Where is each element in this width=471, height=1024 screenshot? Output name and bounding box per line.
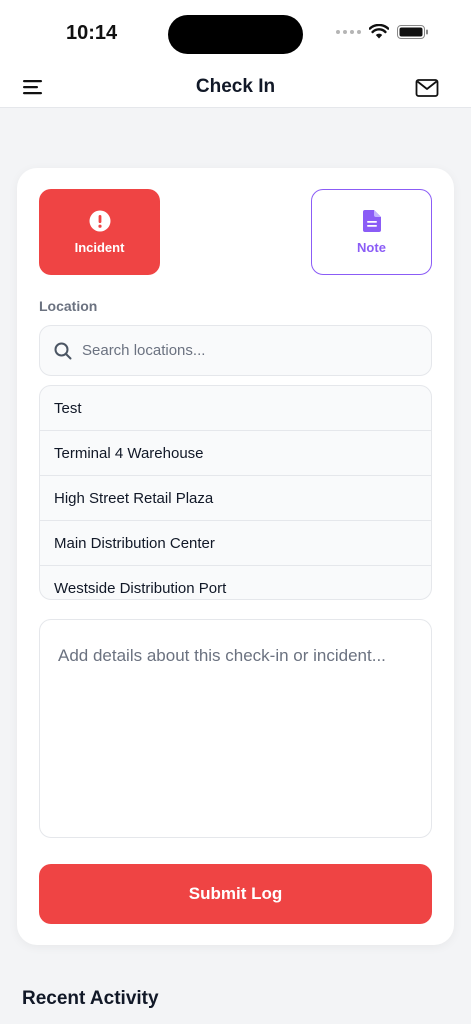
wifi-icon	[369, 24, 389, 39]
incident-type-button[interactable]: Incident	[39, 189, 160, 275]
incident-label: Incident	[74, 239, 125, 255]
status-icons	[336, 24, 429, 39]
note-label: Note	[357, 239, 386, 255]
location-search-field[interactable]	[39, 325, 432, 376]
location-item[interactable]: Test	[40, 386, 431, 431]
page-title: Check In	[195, 76, 276, 97]
location-item[interactable]: High Street Retail Plaza	[40, 476, 431, 521]
mail-icon[interactable]	[415, 78, 439, 98]
location-search-input[interactable]	[82, 342, 402, 359]
signal-icon	[336, 29, 361, 34]
dynamic-island	[168, 15, 303, 54]
location-label: Location	[39, 298, 98, 314]
exclamation-circle-icon	[89, 210, 110, 231]
status-time: 10:14	[66, 22, 118, 44]
check-in-card: Incident Note Location Test Terminal 4 W…	[17, 168, 454, 945]
recent-activity-heading: Recent Activity	[22, 988, 159, 1009]
note-type-button[interactable]: Note	[311, 189, 432, 275]
details-textarea[interactable]	[40, 620, 431, 837]
location-item[interactable]: Main Distribution Center	[40, 521, 431, 566]
nav-bar: Check In	[0, 66, 471, 108]
status-bar: 10:14	[0, 0, 471, 66]
location-item[interactable]: Westside Distribution Port	[40, 566, 431, 599]
location-list[interactable]: Test Terminal 4 Warehouse High Street Re…	[39, 385, 432, 600]
location-item[interactable]: Terminal 4 Warehouse	[40, 431, 431, 476]
details-field[interactable]	[39, 619, 432, 838]
battery-icon	[397, 24, 428, 39]
document-icon	[362, 209, 381, 232]
submit-log-button[interactable]: Submit Log	[39, 864, 432, 924]
search-icon	[54, 342, 72, 359]
